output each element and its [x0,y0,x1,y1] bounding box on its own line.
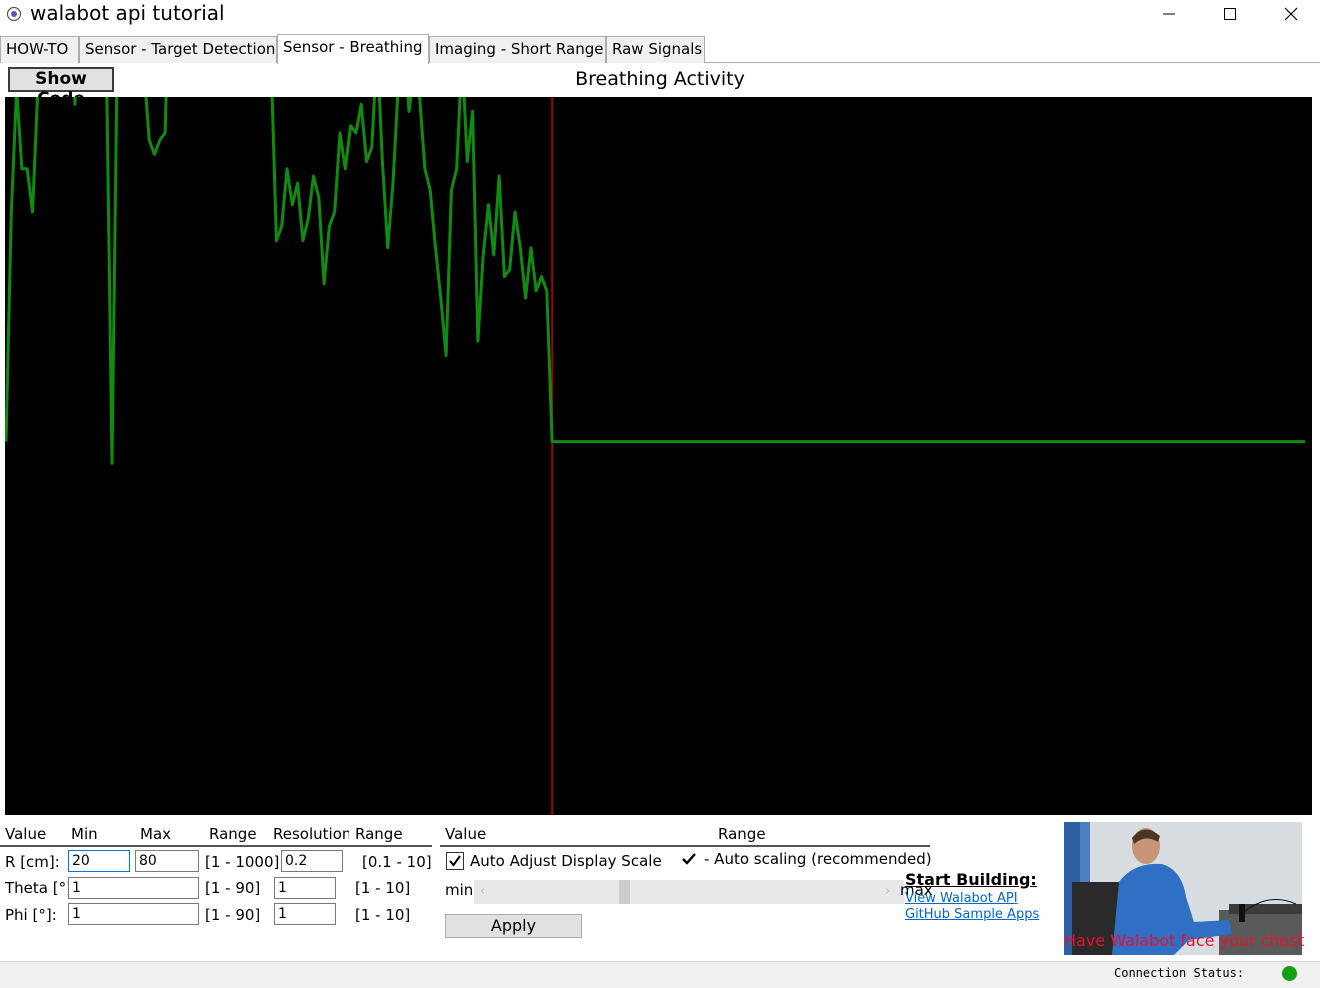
arena-header-value: Value [5,825,47,843]
tab-raw-signals[interactable]: Raw Signals [606,36,705,63]
r-max-input[interactable]: 80 [135,850,199,872]
r-res-range: [0.1 - 10] [362,853,432,871]
phi-range: [1 - 90] [205,906,261,924]
display-scale-slider[interactable] [474,880,904,904]
start-building-heading: Start Building: [905,870,1037,889]
connection-status-label: Connection Status: [1114,966,1245,980]
phi-label: Phi [°]: [5,906,57,924]
close-button[interactable] [1262,0,1320,28]
display-header-value: Value [445,825,487,843]
breathing-data-points [5,97,1306,464]
min-label: min [445,881,474,899]
view-walabot-api-link[interactable]: View Walabot API [905,891,1018,907]
slider-thumb[interactable] [619,880,630,904]
breathing-plot [5,97,1312,815]
window-title: walabot api tutorial [30,1,225,25]
tab-how-to[interactable]: HOW-TO [0,36,79,63]
auto-scaling-check-icon [682,853,696,865]
title-bar: walabot api tutorial [0,0,1320,30]
tab-imaging-short-range[interactable]: Imaging - Short Range [429,36,606,63]
arena-header-max: Max [140,825,172,843]
github-sample-apps-link[interactable]: GitHub Sample Apps [905,907,1039,923]
theta-resolution-input[interactable]: 1 [274,877,336,899]
walabot-app-icon [6,6,22,22]
r-min-input[interactable]: 20 [68,850,130,872]
display-header-range: Range [718,825,766,843]
auto-adjust-checkbox[interactable] [446,852,464,870]
chart-title: Breathing Activity [575,68,745,90]
app-window: walabot api tutorial HOW-TO Sensor - Tar… [0,0,1320,988]
tab-strip: HOW-TO Sensor - Target Detection Sensor … [0,34,1320,64]
apply-button[interactable]: Apply [445,914,582,938]
minimize-icon [1163,13,1175,15]
theta-res-range: [1 - 10] [355,879,411,897]
arena-header-range: Range [209,825,257,843]
display-header-divider [440,845,930,847]
arena-header-resolution: Resolution [273,825,349,843]
close-icon [1284,7,1298,21]
arena-header-res-range: Range [355,825,403,843]
r-range: [1 - 1000] [205,853,280,871]
r-resolution-input[interactable]: 0.2 [281,850,343,872]
theta-range: [1 - 90] [205,879,261,897]
auto-scaling-note: - Auto scaling (recommended) [704,850,932,868]
slider-right-arrow-icon[interactable]: › [885,882,890,902]
theta-label: Theta [°]: [5,879,77,897]
r-label: R [cm]: [5,853,60,871]
arena-header-min: Min [71,825,98,843]
tab-sensor-target-detection[interactable]: Sensor - Target Detection [79,36,277,63]
phi-resolution-input[interactable]: 1 [274,903,336,925]
minimize-button[interactable] [1140,0,1198,28]
theta-max-input[interactable]: 1 [68,877,199,899]
tab-sensor-breathing[interactable]: Sensor - Breathing [277,34,429,64]
breathing-chart-svg [5,97,1306,815]
slider-left-arrow-icon[interactable]: ‹ [480,882,485,902]
connection-status-indicator [1282,966,1297,981]
phi-res-range: [1 - 10] [355,906,411,924]
arena-header-divider [0,845,432,847]
photo-caption: Have Walabot face your chest [1064,931,1305,950]
maximize-button[interactable] [1201,0,1259,28]
maximize-icon [1224,8,1236,20]
auto-adjust-label: Auto Adjust Display Scale [470,852,662,870]
phi-max-input[interactable]: 1 [68,903,199,925]
breathing-series-line [5,97,1305,465]
checkmark-icon [449,855,461,867]
